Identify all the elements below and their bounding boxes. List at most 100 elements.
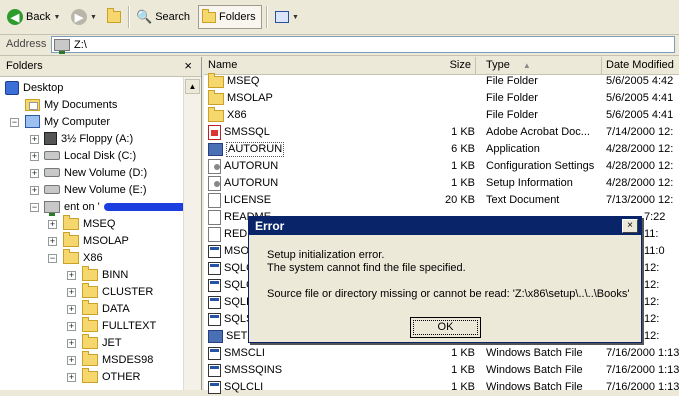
tree-item-desktop[interactable]: Desktop: [5, 79, 63, 96]
tree-item-mseq[interactable]: MSEQ: [63, 214, 115, 232]
file-row[interactable]: SQLCLI 1 KB Windows Batch File 7/16/2000…: [204, 379, 679, 396]
expand-icon[interactable]: +: [67, 288, 76, 297]
tree-item-label: MSOLAP: [83, 234, 129, 247]
tree-item-my-computer[interactable]: My Computer: [25, 113, 110, 130]
column-header-size[interactable]: Size: [204, 57, 476, 74]
tree-item-my-documents[interactable]: My Documents: [25, 96, 117, 113]
file-type: Windows Batch File: [486, 364, 583, 376]
tree-item-label: My Documents: [44, 98, 118, 111]
expand-icon[interactable]: +: [67, 305, 76, 314]
file-row[interactable]: SMSSQINS 1 KB Windows Batch File 7/16/20…: [204, 362, 679, 379]
batch-file-icon: [208, 313, 221, 326]
close-icon[interactable]: ×: [184, 58, 192, 73]
expand-icon[interactable]: +: [30, 152, 39, 161]
tree-item-label: Local Disk (C:): [64, 149, 137, 162]
scroll-up-icon[interactable]: ▲: [185, 79, 200, 94]
file-row[interactable]: MSEQ File Folder 5/6/2005 4:42: [204, 73, 679, 90]
tree-item-label: 3½ Floppy (A:): [61, 132, 134, 145]
search-button[interactable]: 🔍 Search: [133, 5, 193, 29]
folder-icon: [82, 316, 98, 332]
sort-ascending-icon: ▲: [522, 61, 531, 70]
tree-item-msdes98[interactable]: MSDES98: [82, 350, 153, 368]
tree-item-binn[interactable]: BINN: [82, 265, 129, 283]
up-folder-button[interactable]: [104, 5, 124, 29]
file-row[interactable]: LICENSE 20 KB Text Document 7/13/2000 12…: [204, 192, 679, 209]
file-size: [430, 90, 475, 107]
file-date: 11:: [644, 228, 659, 240]
application-icon: [208, 143, 223, 156]
file-row[interactable]: SMSSQL 1 KB Adobe Acrobat Doc... 7/14/20…: [204, 124, 679, 141]
close-icon[interactable]: ×: [622, 219, 638, 233]
expand-icon[interactable]: +: [30, 169, 39, 178]
expand-icon[interactable]: +: [67, 373, 76, 382]
tree-item-label: X86: [83, 251, 103, 264]
file-type: File Folder: [486, 75, 538, 87]
expand-icon[interactable]: +: [48, 220, 57, 229]
folders-scrollbar[interactable]: ▲: [183, 77, 201, 390]
tree-item-other[interactable]: OTHER: [82, 367, 141, 385]
collapse-icon[interactable]: −: [10, 118, 19, 127]
file-date: 7/14/2000 12:: [606, 126, 674, 138]
tree-item-data[interactable]: DATA: [82, 299, 130, 317]
file-type: Windows Batch File: [486, 347, 583, 359]
folder-icon: [63, 214, 79, 230]
tree-item-x86[interactable]: X86: [63, 248, 103, 266]
folders-button[interactable]: Folders: [198, 5, 262, 29]
chevron-down-icon[interactable]: ▼: [53, 14, 60, 21]
file-date: 7/16/2000 1:13: [606, 381, 679, 393]
expand-icon[interactable]: +: [30, 135, 39, 144]
expand-icon[interactable]: +: [48, 237, 57, 246]
forward-button[interactable]: ▶ ▼: [68, 5, 100, 29]
views-button[interactable]: ▼: [272, 5, 302, 29]
file-row[interactable]: AUTORUN 6 KB Application 4/28/2000 12:: [204, 141, 679, 158]
file-size: 1 KB: [451, 126, 475, 138]
file-name: AUTORUN: [224, 177, 279, 189]
expand-icon[interactable]: +: [67, 322, 76, 331]
tree-item-network-drive[interactable]: ent on ': [44, 198, 194, 216]
expand-icon[interactable]: +: [67, 356, 76, 365]
views-icon: [275, 11, 289, 23]
file-row[interactable]: X86 File Folder 5/6/2005 4:41: [204, 107, 679, 124]
file-name: SQLCLI: [224, 381, 264, 393]
file-size: 1 KB: [451, 364, 475, 376]
file-row[interactable]: SMSCLI 1 KB Windows Batch File 7/16/2000…: [204, 345, 679, 362]
ok-button[interactable]: OK: [410, 317, 481, 338]
hard-drive-icon: [44, 168, 60, 177]
folder-icon: [82, 299, 98, 315]
tree-item-msolap[interactable]: MSOLAP: [63, 231, 129, 249]
tree-item-cluster[interactable]: CLUSTER: [82, 282, 153, 300]
address-field[interactable]: Z:\: [51, 36, 675, 54]
error-message-line1: Setup initialization error.: [267, 249, 385, 261]
tree-item-volume-d[interactable]: New Volume (D:): [44, 164, 147, 181]
tree-item-label: ent on ': [64, 200, 100, 213]
forward-arrow-icon: ▶: [71, 9, 87, 25]
batch-file-icon: [208, 296, 221, 309]
tree-item-label: DATA: [102, 302, 130, 315]
floppy-drive-icon: [44, 132, 57, 145]
file-name: SMSSQL: [224, 126, 270, 138]
tree-item-floppy[interactable]: 3½ Floppy (A:): [44, 130, 133, 147]
file-size: 1 KB: [451, 160, 475, 172]
file-size: 1 KB: [451, 347, 475, 359]
tree-item-jet[interactable]: JET: [82, 333, 122, 351]
tree-item-label: BINN: [102, 268, 129, 281]
column-header-date[interactable]: Date Modified: [602, 57, 679, 74]
back-button[interactable]: ◀ Back ▼: [4, 5, 63, 29]
column-header-type[interactable]: Type ▲: [482, 57, 602, 74]
tree-item-volume-e[interactable]: New Volume (E:): [44, 181, 147, 198]
desktop-icon: [5, 80, 19, 95]
tree-item-fulltext[interactable]: FULLTEXT: [82, 316, 156, 334]
file-name: SQLI: [224, 296, 250, 308]
collapse-icon[interactable]: −: [48, 254, 57, 263]
collapse-icon[interactable]: −: [30, 203, 39, 212]
expand-icon[interactable]: +: [67, 271, 76, 280]
text-document-icon: [208, 210, 221, 225]
file-row[interactable]: AUTORUN 1 KB Setup Information 4/28/2000…: [204, 175, 679, 192]
file-row[interactable]: MSOLAP File Folder 5/6/2005 4:41: [204, 90, 679, 107]
expand-icon[interactable]: +: [30, 186, 39, 195]
chevron-down-icon[interactable]: ▼: [90, 14, 97, 21]
pdf-file-icon: [208, 125, 221, 140]
file-row[interactable]: AUTORUN 1 KB Configuration Settings 4/28…: [204, 158, 679, 175]
tree-item-local-disk-c[interactable]: Local Disk (C:): [44, 147, 136, 164]
expand-icon[interactable]: +: [67, 339, 76, 348]
